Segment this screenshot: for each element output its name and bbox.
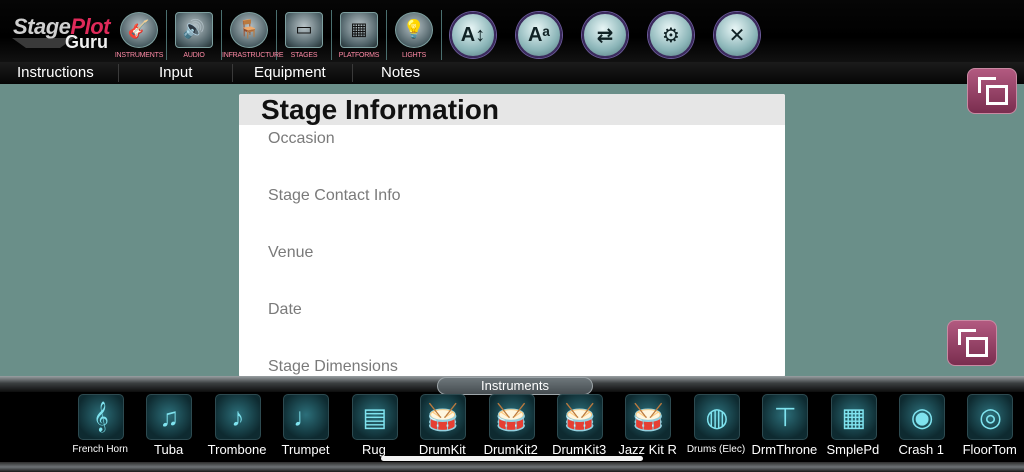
stage-dimensions-field[interactable]: Stage Dimensions [268,358,398,376]
tray-item-crash[interactable]: ◉ Crash 1 [887,392,955,464]
tray-bottom-bar [0,462,1024,472]
category-label: INFRASTRUCTURE [222,52,284,59]
tray-item-french-horn[interactable]: 𝄞 French Horn [66,392,134,464]
sample-pad-icon: ▦ [830,394,877,440]
category-label: AUDIO [183,52,205,59]
tray-item-trumpet[interactable]: ♩ Trumpet [271,392,339,464]
drum-throne-icon: ⊤ [762,394,809,440]
stage-icon: ▭ [285,12,323,48]
sort-az-icon[interactable]: A↕ [450,12,496,58]
tray-item-drumkit[interactable]: 🥁 DrumKit [408,392,476,464]
tray-item-drums-elec[interactable]: ◍ Drums (Elec) [682,392,750,464]
category-label: PLATFORMS [338,52,380,59]
menu-instructions[interactable]: Instructions [17,64,94,81]
platform-icon: ▦ [340,12,378,48]
menu-divider [232,64,233,82]
category-stages[interactable]: ▭ STAGES [277,10,332,60]
tray-item-floor-tom[interactable]: ◎ FloorTom [955,392,1023,464]
category-platforms[interactable]: ▦ PLATFORMS [332,10,387,60]
home-indicator[interactable] [381,456,643,461]
menu-divider [352,64,353,82]
tray-items: 𝄞 French Horn ♫ Tuba ♪ Trombone ♩ Trumpet ▤ R… [0,392,1024,464]
occasion-field[interactable]: Occasion [268,130,335,148]
drumkit-icon: 🥁 [625,394,672,440]
logo-text-guru: Guru [65,32,108,52]
top-toolbar: StagePlot Guru 🎸 INSTRUMENTS 🔊 AUDIO 🪑 I… [0,0,1024,62]
guitar-icon: 🎸 [120,12,158,48]
category-infrastructure[interactable]: 🪑 INFRASTRUCTURE [222,10,284,60]
category-instruments[interactable]: 🎸 INSTRUMENTS [112,10,167,60]
menu-divider [118,64,119,82]
trumpet-icon: ♩ [283,394,330,440]
drumkit-icon: 🥁 [488,394,535,440]
rug-icon: ▤ [351,394,398,440]
cymbal-icon: ◉ [899,394,946,440]
menu-equipment[interactable]: Equipment [254,64,326,81]
drumkit-icon: 🥁 [556,394,603,440]
swap-layout-icon[interactable]: ⇄ [582,12,628,58]
menu-input[interactable]: Input [159,64,192,81]
tray-item-drumkit3[interactable]: 🥁 DrumKit3 [545,392,613,464]
date-field[interactable]: Date [268,301,302,319]
venue-field[interactable]: Venue [268,244,313,262]
tray-item-drumkit2[interactable]: 🥁 DrumKit2 [477,392,545,464]
app-logo: StagePlot Guru [8,10,112,56]
stage-canvas[interactable]: Stage Information Occasion Stage Contact… [0,68,1024,377]
stage-contact-field[interactable]: Stage Contact Info [268,187,401,205]
panel-title: Stage Information [239,94,785,125]
text-size-icon[interactable]: Aᵃ [516,12,562,58]
amplifier-icon: 🔊 [175,12,213,48]
tray-item-tuba[interactable]: ♫ Tuba [134,392,202,464]
trombone-icon: ♪ [214,394,261,440]
logo-text-stage: Stage [13,14,71,39]
tray-item-drum-throne[interactable]: ⊤ DrmThrone [750,392,818,464]
window-toggle-button-bottom[interactable] [947,320,997,366]
french-horn-icon: 𝄞 [78,394,124,440]
category-label: INSTRUMENTS [114,52,164,59]
floor-tom-icon: ◎ [967,394,1014,440]
tuba-icon: ♫ [146,394,193,440]
category-row: 🎸 INSTRUMENTS 🔊 AUDIO 🪑 INFRASTRUCTURE ▭… [112,10,442,60]
menu-bar: Instructions Input Equipment Notes [0,62,1024,84]
category-audio[interactable]: 🔊 AUDIO [167,10,222,60]
category-label: LIGHTS [401,52,427,59]
tray-item-sample-pad[interactable]: ▦ SmplePd [819,392,887,464]
tray-item-rug[interactable]: ▤ Rug [340,392,408,464]
menu-notes[interactable]: Notes [381,64,420,81]
tray-item-trombone[interactable]: ♪ Trombone [203,392,271,464]
window-toggle-button-top[interactable] [967,68,1017,114]
spotlight-icon: 💡 [395,12,433,48]
tools-icon[interactable]: ✕ [714,12,760,58]
tray-item-jazz-kit[interactable]: 🥁 Jazz Kit R [613,392,681,464]
stage-information-panel: Stage Information Occasion Stage Contact… [239,94,785,377]
category-label: STAGES [290,52,318,59]
electronic-drums-icon: ◍ [693,394,740,440]
stool-icon: 🪑 [230,12,268,48]
category-lights[interactable]: 💡 LIGHTS [387,10,442,60]
instrument-tray: Instruments 𝄞 French Horn ♫ Tuba ♪ Trombone… [0,376,1024,472]
gear-icon[interactable]: ⚙ [648,12,694,58]
drumkit-icon: 🥁 [420,394,467,440]
